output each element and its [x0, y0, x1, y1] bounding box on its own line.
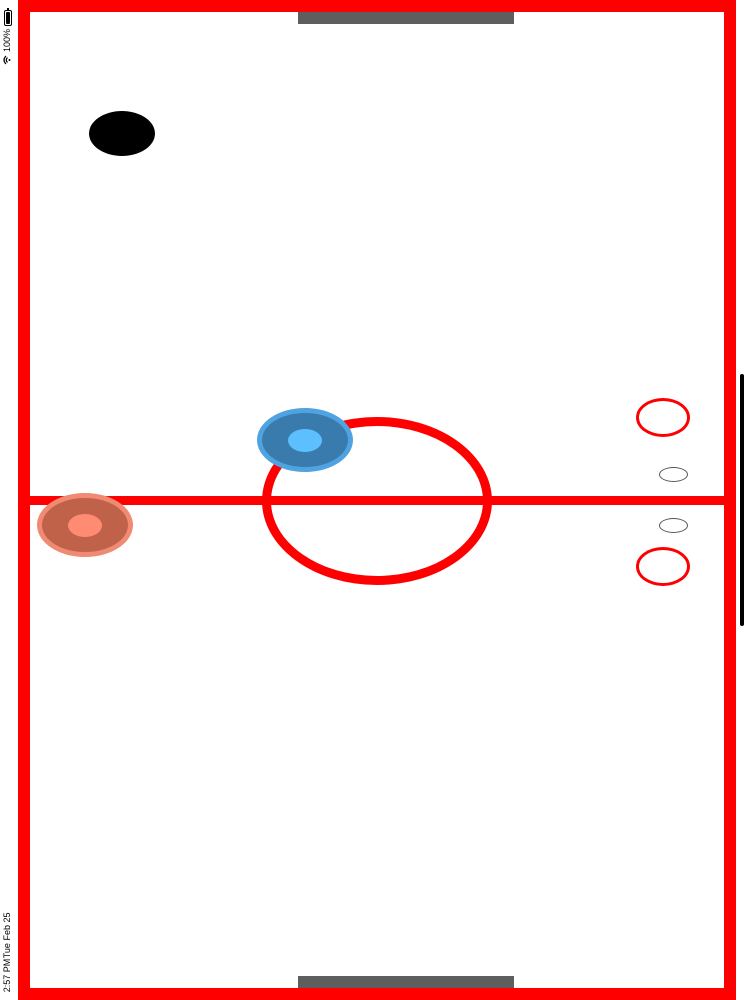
status-bar-right: 100%	[2, 8, 12, 65]
score-pill-top	[659, 467, 688, 482]
blue-mallet[interactable]	[257, 408, 353, 472]
goal-bottom	[298, 976, 514, 988]
wifi-icon	[3, 55, 11, 65]
battery-icon	[3, 8, 12, 26]
blue-mallet-knob	[288, 428, 322, 452]
status-time: 2:57 PM	[2, 958, 12, 992]
status-bar: 100% 2:57 PMTue Feb 25	[0, 0, 18, 1000]
home-indicator[interactable]	[740, 374, 744, 626]
red-mallet[interactable]	[37, 493, 133, 557]
game-screen: 100% 2:57 PMTue Feb 25	[0, 0, 750, 1000]
score-indicator-bottom	[636, 547, 690, 586]
score-indicator-top	[636, 398, 690, 437]
puck	[89, 111, 155, 156]
battery-percentage: 100%	[2, 29, 12, 53]
goal-top	[298, 12, 514, 24]
status-bar-left: 2:57 PMTue Feb 25	[2, 913, 12, 992]
red-mallet-knob	[68, 513, 102, 537]
status-date: Tue Feb 25	[2, 912, 12, 959]
score-pill-bottom	[659, 518, 688, 533]
